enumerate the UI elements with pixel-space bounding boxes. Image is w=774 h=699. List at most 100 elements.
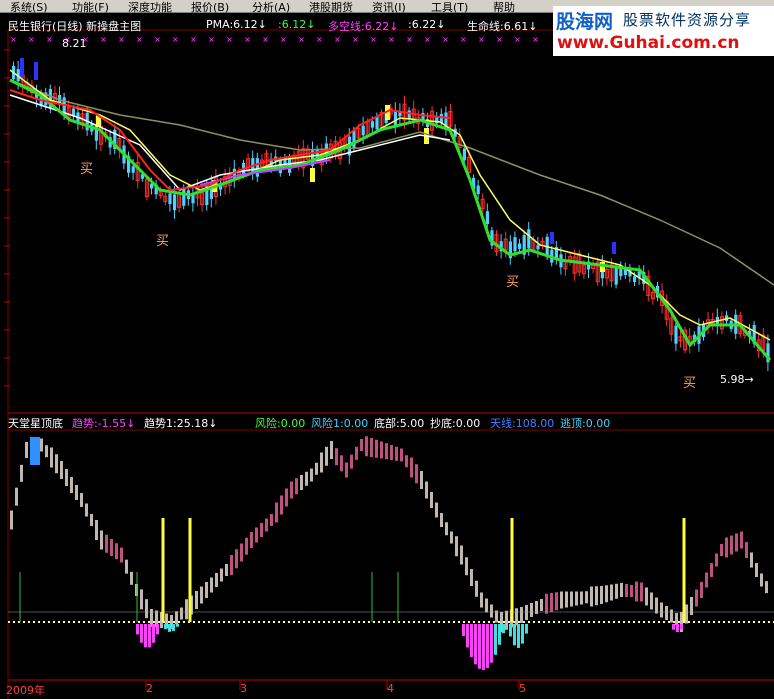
oscillator-bar [325,446,328,466]
value-chaodi: 抄底:0.00 [430,417,481,430]
oscillator-bar [25,442,28,458]
oscillator-bar [85,503,88,517]
oscillator-bar [750,552,753,568]
marker-x: × [226,35,233,44]
axis-label-mar: 3 [240,682,247,695]
oscillator-bar [385,443,388,460]
buy-signal-2: 买 [156,234,170,249]
oscillator-bar [120,547,123,563]
bottom-zone-bar [172,624,175,631]
marker-x: × [100,35,107,44]
candle-down [462,148,466,161]
bottom-zone-bar [474,624,477,665]
oscillator-bar [635,581,638,602]
bottom-zone-bar [490,624,493,663]
oscillator-bar [370,438,373,457]
oscillator-bar [485,598,488,613]
marker-x: × [370,35,377,44]
marker-x: × [316,35,323,44]
oscillator-bar [145,599,148,619]
bottom-zone-bar [525,624,528,634]
candle-down [393,110,397,126]
oscillator-bar [110,539,113,556]
candle-down [168,193,172,205]
candle-down [518,243,522,249]
oscillator-bar [420,471,423,489]
oscillator-bar [455,536,458,557]
oscillator-bar [520,607,523,623]
oscillator-bar [55,454,58,474]
oscillator-bar [80,493,83,507]
buy-signal-1: 买 [80,162,94,177]
bottom-zone-bar [513,624,516,646]
candle-down [375,116,379,130]
oscillator-bar [470,569,473,586]
marker-x: × [172,35,179,44]
bottom-zone-bar [144,624,147,648]
marker-x: × [388,35,395,44]
oscillator-bar [760,573,763,587]
value-risk: 风险:0.00 [255,417,306,430]
indicator-lifeline: 生命线:6.61↓ [467,20,538,33]
marker-x: × [154,35,161,44]
bottom-zone-bar [164,624,167,630]
oscillator-bar [115,543,118,560]
oscillator-bar [335,448,338,466]
oscillator-bar [340,455,343,472]
oscillator-bar [10,510,13,530]
oscillator-bar [205,582,208,598]
oscillator-bar [545,593,548,614]
bottom-zone-bar [517,624,520,648]
oscillator-bar [40,438,43,452]
oscillator-bar [495,610,498,623]
oscillator-bar [465,557,468,576]
oscillator-bar [280,495,283,515]
oscillator-bar [70,477,73,493]
oscillator-bar [50,447,53,468]
candle-down [131,166,135,173]
bottom-zone-bar [470,624,473,658]
oscillator-bar [220,568,223,582]
oscillator-bar [745,542,748,558]
marker-x: × [532,35,539,44]
oscillator-bar [260,523,263,537]
marker-x: × [478,35,485,44]
oscillator-bar [505,610,508,630]
bottom-zone-bar [136,624,139,635]
marker-x: × [10,35,17,44]
oscillator-bar [75,485,78,500]
marker-x: × [262,35,269,44]
candle-down [182,187,186,206]
oscillator-bar [430,492,433,508]
value-trend1: 趋势1:25.18↓ [144,417,218,430]
stock-chart-canvas[interactable]: × × × × × × × × × × × × × × × × × × × × × × × × × × × × × × [0,0,774,699]
candle-highlight [310,168,315,182]
oscillator-bar [20,464,23,482]
candle-highlight [550,232,554,244]
candle-highlight [34,62,38,80]
candle-down [476,185,480,195]
oscillator-bar [555,592,558,611]
axis-label-apr: 4 [387,682,394,695]
marker-x: × [460,35,467,44]
oscillator-bar [490,604,493,618]
oscillator-bar [395,446,398,461]
candle-down [370,121,374,128]
low-price-label: 5.98→ [720,373,754,386]
candle-down [536,245,540,250]
oscillator-bar [605,585,608,603]
bottom-zone-bar [140,624,143,643]
oscillator-bar [615,583,618,599]
oscillator-bar [640,582,643,602]
indicator-pma2: :6.12↓ [278,18,316,31]
candle-down [485,211,489,224]
marker-x: × [334,35,341,44]
oscillator-bar [185,599,188,620]
oscillator-bar [695,589,698,607]
oscillator-bar [355,446,358,460]
oscillator-bar [200,586,203,604]
marker-x: × [28,35,35,44]
logo-url: www.Guhai.com.cn [557,33,740,53]
tianxian-block [30,437,40,465]
indicator-duokong: 多空线:6.22↓ [328,20,399,33]
